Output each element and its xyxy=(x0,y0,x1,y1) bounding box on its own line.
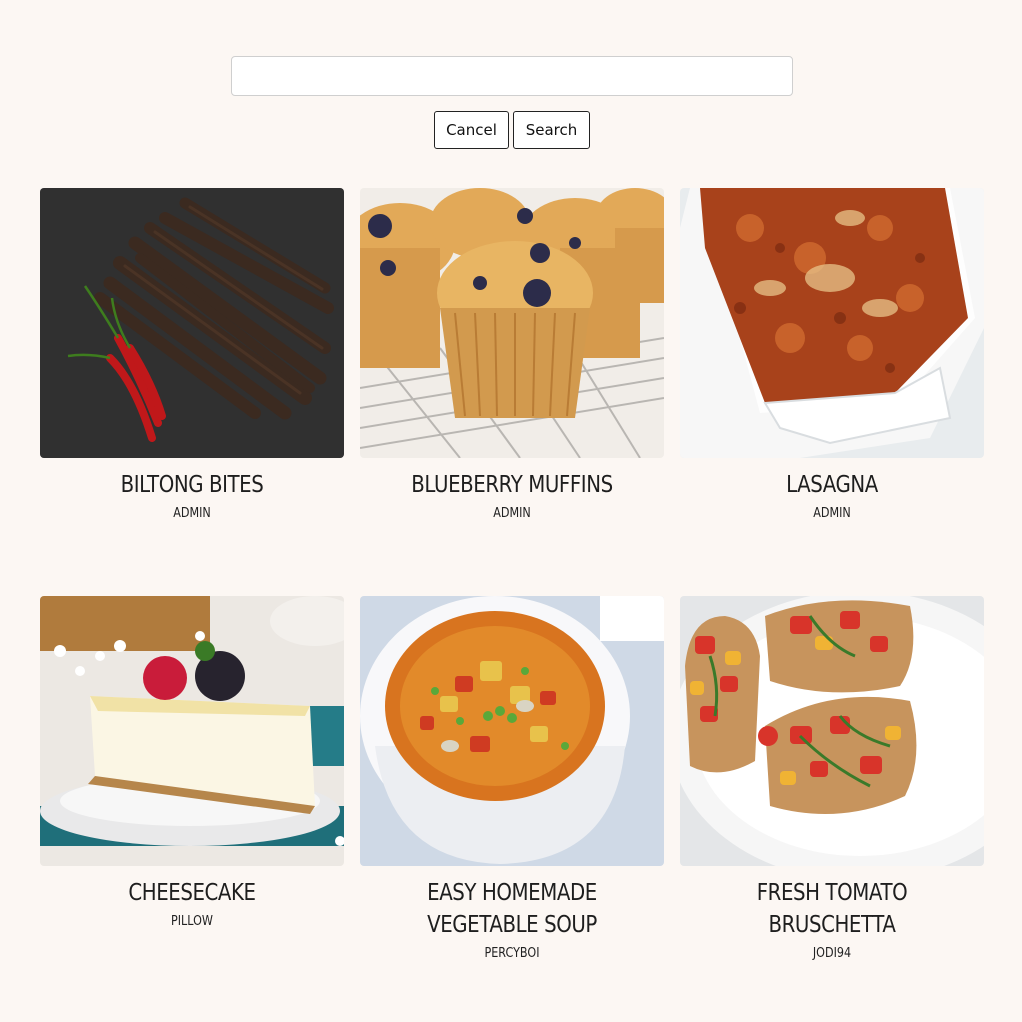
recipe-card[interactable]: BLUEBERRY MUFFINS ADMIN xyxy=(360,188,664,525)
recipe-author: ADMIN xyxy=(173,506,211,521)
recipe-title: EASY HOMEMADE VEGETABLE SOUP xyxy=(427,880,597,938)
cancel-button[interactable]: Cancel xyxy=(434,111,509,149)
recipe-card[interactable]: FRESH TOMATO BRUSCHETTA JODI94 xyxy=(680,596,984,965)
recipe-card[interactable]: BILTONG BITES ADMIN xyxy=(40,188,344,525)
recipe-title: BILTONG BITES xyxy=(120,472,264,498)
recipe-title: LASAGNA xyxy=(786,472,878,498)
bruschetta-photo[interactable] xyxy=(680,596,984,866)
cheesecake-photo[interactable] xyxy=(40,596,344,866)
recipe-author: ADMIN xyxy=(493,506,531,521)
recipe-title: BLUEBERRY MUFFINS xyxy=(411,472,613,498)
recipe-author: PILLOW xyxy=(171,914,213,929)
soup-photo[interactable] xyxy=(360,596,664,866)
search-button[interactable]: Search xyxy=(513,111,590,149)
recipe-author: ADMIN xyxy=(813,506,851,521)
recipe-author: JODI94 xyxy=(812,946,852,961)
muffin-photo[interactable] xyxy=(360,188,664,458)
recipe-card[interactable]: CHEESECAKE PILLOW xyxy=(40,596,344,933)
search-input[interactable] xyxy=(231,56,793,96)
lasagna-photo[interactable] xyxy=(680,188,984,458)
recipe-title: FRESH TOMATO BRUSCHETTA xyxy=(756,880,908,938)
recipe-author: PERCYBOI xyxy=(484,946,540,961)
recipe-card[interactable]: LASAGNA ADMIN xyxy=(680,188,984,525)
biltong-photo[interactable] xyxy=(40,188,344,458)
recipe-title: CHEESECAKE xyxy=(128,880,256,906)
recipe-card[interactable]: EASY HOMEMADE VEGETABLE SOUP PERCYBOI xyxy=(360,596,664,965)
